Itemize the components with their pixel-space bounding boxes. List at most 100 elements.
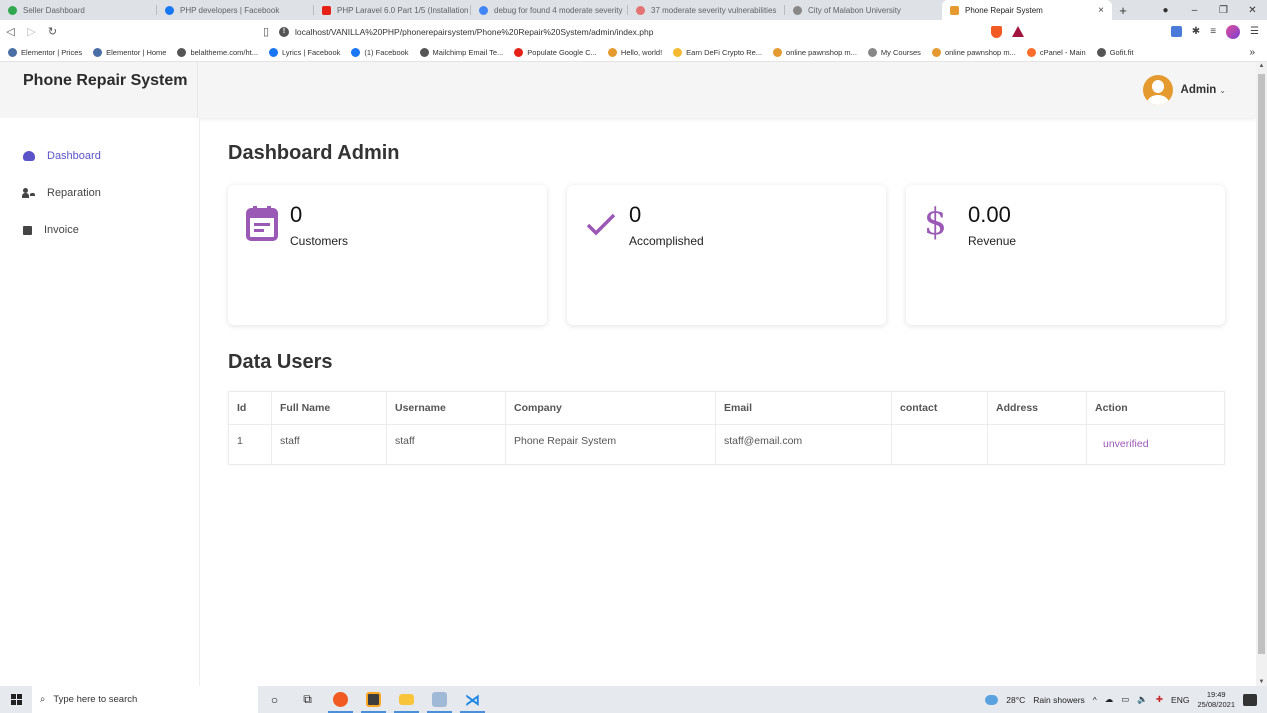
page-title: Dashboard Admin [228,142,400,164]
browser-tab[interactable]: Seller Dashboard [0,0,157,20]
start-button[interactable] [0,694,32,705]
translate-extension-icon[interactable] [1170,26,1182,37]
browser-tab[interactable]: 37 moderate severity vulnerabilities [628,0,785,20]
cortana-icon[interactable]: ○ [258,686,291,713]
search-placeholder[interactable]: Type here to search [53,694,137,705]
bookmark-item[interactable]: online pawnshop m... [931,47,1016,57]
browser-tab-active[interactable]: Phone Repair System × [942,0,1112,20]
clock[interactable]: 19:49 25/08/2021 [1197,690,1235,710]
sidebar-item-dashboard[interactable]: Dashboard [23,150,101,162]
page-scrollbar[interactable]: ▲ ▼ [1256,62,1267,686]
chevron-up-icon[interactable]: ^ [1093,695,1097,705]
column-header: Action [1086,391,1225,425]
weather-condition[interactable]: Rain showers [1033,695,1085,705]
bookmark-item[interactable]: Gofit.fit [1096,47,1133,57]
bookmark-item[interactable]: Populate Google C... [514,47,597,57]
app-taskbar-icon[interactable] [423,686,456,713]
unverified-link[interactable]: unverified [1086,424,1225,465]
sidebar-item-reparation[interactable]: Reparation [22,187,101,199]
bookmark-item[interactable]: My Courses [867,47,921,57]
browser-tab[interactable]: PHP developers | Facebook [157,0,314,20]
user-menu[interactable]: Admin ⌄ [1142,75,1226,105]
more-bookmarks-icon[interactable]: » [1249,47,1255,58]
site-info-icon[interactable]: ! [279,26,289,37]
url-bar[interactable]: ! localhost/VANILLA%20PHP/phonerepairsys… [279,22,987,41]
scroll-up-icon[interactable]: ▲ [1256,63,1267,69]
windows-taskbar: ⌕ Type here to search ○ ⧉ ⋊ 28°C Rain sh… [0,686,1267,713]
notifications-icon[interactable] [1243,693,1257,706]
app-tray-icon[interactable]: ✚ [1156,694,1163,705]
bookmark-item[interactable]: Earn DeFi Crypto Re... [673,47,762,57]
close-window-button[interactable]: ✕ [1238,5,1267,16]
brave-shield-icon[interactable] [991,25,1002,38]
scrollbar-thumb[interactable] [1258,74,1265,654]
forward-icon[interactable]: ▷ [21,25,42,38]
profile-avatar-icon[interactable] [1226,24,1241,39]
tab-favicon-icon [165,5,174,15]
sidebar: Dashboard Reparation Invoice [0,118,200,686]
table-header-row: Id Full Name Username Company Email cont… [228,391,1225,425]
bookmark-item[interactable]: online pawnshop m... [773,47,857,57]
sublime-text-taskbar-icon[interactable] [357,686,390,713]
column-header: contact [891,391,988,425]
weather-icon[interactable] [985,694,999,705]
brave-browser-taskbar-icon[interactable] [324,686,357,713]
weather-temp[interactable]: 28°C [1006,695,1025,705]
chevron-down-icon[interactable]: ⌄ [1219,86,1226,95]
bookmark-item[interactable]: Elementor | Prices [8,47,82,57]
vscode-taskbar-icon[interactable]: ⋊ [456,686,489,713]
maximize-button[interactable]: ❐ [1209,5,1238,16]
app-brand[interactable]: Phone Repair System [0,62,198,118]
sidebar-item-label: Dashboard [47,150,101,162]
bookmark-item[interactable]: Mailchimp Email Te... [419,47,503,57]
extensions-puzzle-icon[interactable]: ✱ [1192,26,1200,37]
user-name[interactable]: Admin [1181,84,1217,96]
stat-value: 0 [629,202,642,227]
sidebar-item-label: Invoice [44,224,79,236]
bookmark-favicon-icon [514,47,524,57]
bookmark-item[interactable]: (1) Facebook [351,47,409,57]
taskbar-search[interactable]: ⌕ Type here to search [32,686,258,713]
reading-list-icon[interactable]: ≡ [1210,26,1216,37]
sidebar-item-invoice[interactable]: Invoice [23,224,79,236]
search-icon: ⌕ [40,694,46,705]
bookmark-favicon-icon [867,47,877,57]
new-tab-button[interactable]: + [1112,3,1134,18]
section-title-data-users: Data Users [228,351,333,373]
stat-value: 0.00 [968,202,1011,227]
dollar-icon: $ [924,202,947,243]
volume-icon[interactable]: 🔈 [1137,694,1148,705]
bookmark-icon[interactable]: ▯ [257,25,275,38]
bookmark-item[interactable]: Elementor | Home [93,47,166,57]
tachometer-icon [23,151,35,161]
cell-email: staff@email.com [715,424,892,465]
address-toolbar: ◁ ▷ ↻ ▯ ! localhost/VANILLA%20PHP/phoner… [0,20,1267,43]
bookmark-item[interactable]: cPanel - Main [1026,47,1086,57]
cloud-sync-icon[interactable]: ☁ [1105,694,1114,705]
brave-rewards-icon[interactable] [1012,26,1024,37]
user-avatar-icon[interactable] [1142,75,1173,105]
close-tab-icon[interactable]: × [1098,5,1104,16]
user-cog-icon [22,188,35,198]
url-text[interactable]: localhost/VANILLA%20PHP/phonerepairsyste… [295,27,653,37]
back-icon[interactable]: ◁ [0,25,21,38]
network-icon[interactable]: ▭ [1121,694,1129,705]
browser-tab[interactable]: City of Malabon University [785,0,942,20]
bookmark-label: My Courses [880,47,921,57]
bookmark-item[interactable]: Lyrics | Facebook [269,47,340,57]
brave-vpn-icon[interactable]: ● [1151,5,1180,16]
reload-icon[interactable]: ↻ [42,25,63,38]
bookmark-item[interactable]: belaltheme.com/ht... [177,47,258,57]
scroll-down-icon[interactable]: ▼ [1256,679,1267,685]
task-view-icon[interactable]: ⧉ [291,686,324,713]
stat-card-accomplished: 0 Accomplished [567,185,886,325]
language-indicator[interactable]: ENG [1171,695,1189,705]
bookmark-item[interactable]: Hello, world! [607,47,662,57]
bookmarks-bar: Elementor | Prices Elementor | Home belalt… [0,43,1267,62]
menu-icon[interactable]: ☰ [1250,26,1259,37]
browser-tab[interactable]: debug for found 4 moderate severity [471,0,628,20]
minimize-button[interactable]: – [1180,5,1209,16]
file-explorer-taskbar-icon[interactable] [390,686,423,713]
browser-tab[interactable]: PHP Laravel 6.0 Part 1/5 (Installation [314,0,471,20]
tab-title: Seller Dashboard [23,5,85,15]
